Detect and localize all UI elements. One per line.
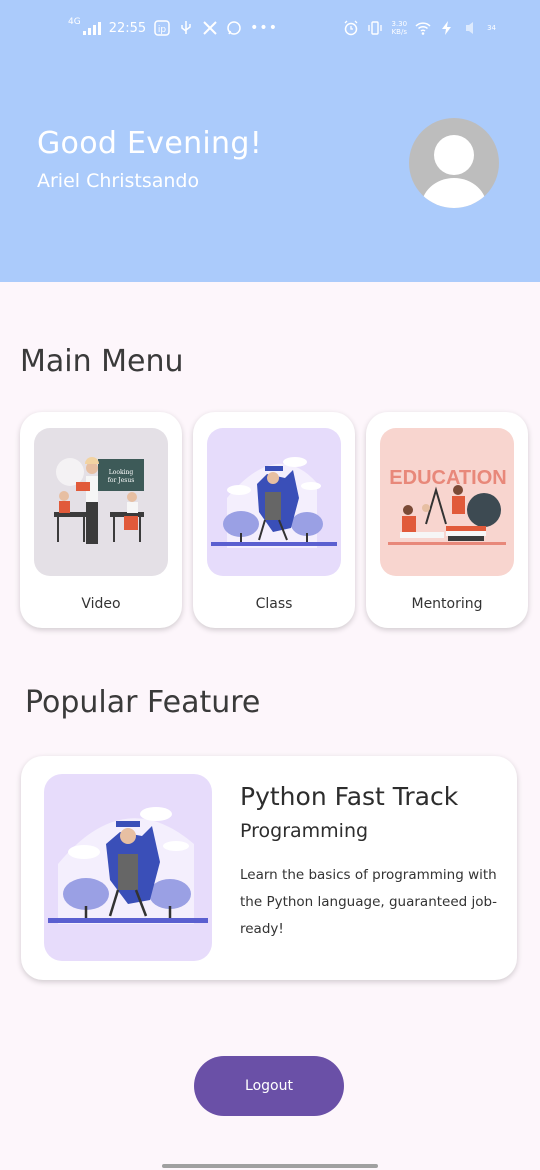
video-illustration: Looking for Jesus bbox=[34, 428, 168, 576]
feature-subtitle: Programming bbox=[240, 820, 369, 842]
alarm-icon bbox=[345, 20, 358, 36]
menu-label-video: Video bbox=[81, 596, 121, 612]
menu-card-class[interactable]: Class bbox=[193, 412, 355, 628]
username-text: Ariel Christsando bbox=[37, 170, 200, 192]
battery-icon bbox=[466, 22, 474, 34]
feature-title: Python Fast Track bbox=[240, 782, 459, 811]
vibrate-icon bbox=[368, 21, 383, 35]
svg-text:Looking: Looking bbox=[109, 469, 134, 476]
education-sign: EDUCATION bbox=[389, 467, 506, 489]
feature-card-python[interactable]: Python Fast Track Programming Learn the … bbox=[21, 756, 517, 980]
charging-icon bbox=[442, 21, 452, 35]
greeting-text: Good Evening! bbox=[37, 126, 263, 161]
usb-icon bbox=[181, 21, 191, 34]
menu-label-class: Class bbox=[255, 596, 293, 612]
battery-level: 34 bbox=[487, 24, 496, 32]
user-avatar-icon bbox=[421, 135, 487, 208]
tools-icon bbox=[203, 21, 217, 35]
class-illustration bbox=[207, 428, 341, 576]
home-indicator[interactable] bbox=[162, 1164, 378, 1168]
main-menu-title: Main Menu bbox=[20, 344, 184, 379]
app-notification-icon: ip bbox=[154, 20, 170, 36]
popular-feature-title: Popular Feature bbox=[25, 685, 261, 720]
network-type: 4G bbox=[68, 17, 81, 27]
graduation-illustration bbox=[44, 774, 212, 961]
whatsapp-icon bbox=[227, 21, 241, 35]
logout-button[interactable]: Logout bbox=[194, 1056, 344, 1116]
more-notifications-icon: ••• bbox=[250, 20, 278, 36]
clock: 22:55 bbox=[108, 20, 147, 36]
wifi-icon bbox=[415, 22, 431, 35]
svg-text:ip: ip bbox=[158, 25, 167, 35]
status-bar: 4G 22:55 ip ••• 3.30 KB/s 34 bbox=[0, 14, 540, 48]
menu-label-mentoring: Mentoring bbox=[411, 596, 483, 612]
avatar[interactable] bbox=[409, 118, 499, 208]
mentoring-illustration: EDUCATION bbox=[380, 428, 514, 576]
data-speed: 3.30 KB/s bbox=[391, 20, 408, 36]
menu-card-mentoring[interactable]: EDUCATION Mentoring bbox=[366, 412, 528, 628]
menu-card-video[interactable]: Looking for Jesus Video bbox=[20, 412, 182, 628]
signal-icon bbox=[82, 21, 101, 35]
header-banner: 4G 22:55 ip ••• 3.30 KB/s 34 Good Evenin… bbox=[0, 0, 540, 282]
feature-description: Learn the basics of programming with the… bbox=[240, 867, 497, 937]
svg-text:for Jesus: for Jesus bbox=[108, 477, 135, 484]
